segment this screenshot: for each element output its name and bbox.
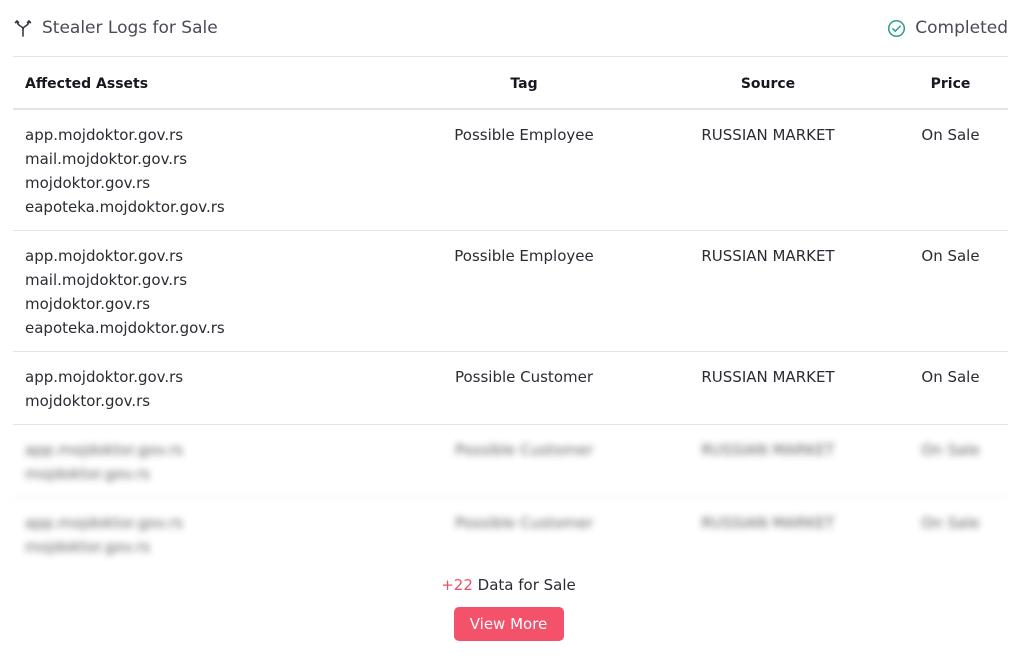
tag-cell: Possible Employee xyxy=(454,247,594,265)
section-title: Stealer Logs for Sale xyxy=(42,18,218,38)
table-header: Affected Assets Tag Source Price xyxy=(13,59,1008,110)
status-indicator: Completed xyxy=(887,18,1008,38)
price-cell: On Sale xyxy=(921,368,980,386)
source-cell: RUSSIAN MARKET xyxy=(701,247,835,265)
price-cell: On Sale xyxy=(921,126,980,144)
more-data-label: Data for Sale xyxy=(477,576,576,594)
price-cell: On Sale xyxy=(921,247,980,265)
asset-domain: mojdoktor.gov.rs xyxy=(25,392,151,410)
asset-domain: mail.mojdoktor.gov.rs xyxy=(25,271,188,289)
affected-assets-cell: app.mojdoktor.gov.rs mail.mojdoktor.gov.… xyxy=(13,123,405,219)
affected-assets-cell: app.mojdoktor.gov.rs mojdoktor.gov.rs xyxy=(13,438,405,486)
fork-icon xyxy=(13,18,33,38)
status-label: Completed xyxy=(915,18,1008,38)
table-footer: +22 Data for Sale View More xyxy=(0,574,1017,641)
source-cell: RUSSIAN MARKET xyxy=(701,368,835,386)
table-row: app.mojdoktor.gov.rs mojdoktor.gov.rs Po… xyxy=(13,352,1008,425)
source-cell: RUSSIAN MARKET xyxy=(701,514,835,532)
price-cell: On Sale xyxy=(921,514,980,532)
asset-domain: mail.mojdoktor.gov.rs xyxy=(25,150,188,168)
asset-domain: mojdoktor.gov.rs xyxy=(25,295,151,313)
asset-domain: mojdoktor.gov.rs xyxy=(25,465,151,483)
tag-cell: Possible Customer xyxy=(454,514,594,532)
column-header-tag: Tag xyxy=(510,75,538,92)
source-cell: RUSSIAN MARKET xyxy=(701,441,835,459)
asset-domain: eapoteka.mojdoktor.gov.rs xyxy=(25,198,225,216)
more-data-count: +22 xyxy=(441,576,473,594)
asset-domain: app.mojdoktor.gov.rs xyxy=(25,368,184,386)
affected-assets-cell: app.mojdoktor.gov.rs mojdoktor.gov.rs xyxy=(13,511,405,559)
affected-assets-cell: app.mojdoktor.gov.rs mail.mojdoktor.gov.… xyxy=(13,244,405,340)
view-more-button[interactable]: View More xyxy=(453,607,564,641)
column-header-assets: Affected Assets xyxy=(25,75,149,92)
check-circle-icon xyxy=(887,19,906,38)
price-cell: On Sale xyxy=(921,441,980,459)
asset-domain: app.mojdoktor.gov.rs xyxy=(25,441,184,459)
stealer-logs-table: Affected Assets Tag Source Price app.moj… xyxy=(13,59,1008,571)
asset-domain: app.mojdoktor.gov.rs xyxy=(25,126,184,144)
column-header-source: Source xyxy=(740,75,796,92)
asset-domain: app.mojdoktor.gov.rs xyxy=(25,514,184,532)
more-data-summary: +22 Data for Sale xyxy=(0,574,1017,596)
column-header-price: Price xyxy=(930,75,971,92)
asset-domain: app.mojdoktor.gov.rs xyxy=(25,247,184,265)
tag-cell: Possible Customer xyxy=(454,368,594,386)
asset-domain: mojdoktor.gov.rs xyxy=(25,538,151,556)
header-title-group: Stealer Logs for Sale xyxy=(13,18,218,38)
asset-domain: eapoteka.mojdoktor.gov.rs xyxy=(25,319,225,337)
tag-cell: Possible Employee xyxy=(454,126,594,144)
source-cell: RUSSIAN MARKET xyxy=(701,126,835,144)
table-row-blurred: app.mojdoktor.gov.rs mojdoktor.gov.rs Po… xyxy=(13,425,1008,498)
asset-domain: mojdoktor.gov.rs xyxy=(25,174,151,192)
affected-assets-cell: app.mojdoktor.gov.rs mojdoktor.gov.rs xyxy=(13,365,405,413)
table-row-blurred: app.mojdoktor.gov.rs mojdoktor.gov.rs Po… xyxy=(13,498,1008,571)
tag-cell: Possible Customer xyxy=(454,441,594,459)
table-row: app.mojdoktor.gov.rs mail.mojdoktor.gov.… xyxy=(13,110,1008,231)
table-row: app.mojdoktor.gov.rs mail.mojdoktor.gov.… xyxy=(13,231,1008,352)
section-header: Stealer Logs for Sale Completed xyxy=(13,0,1008,57)
